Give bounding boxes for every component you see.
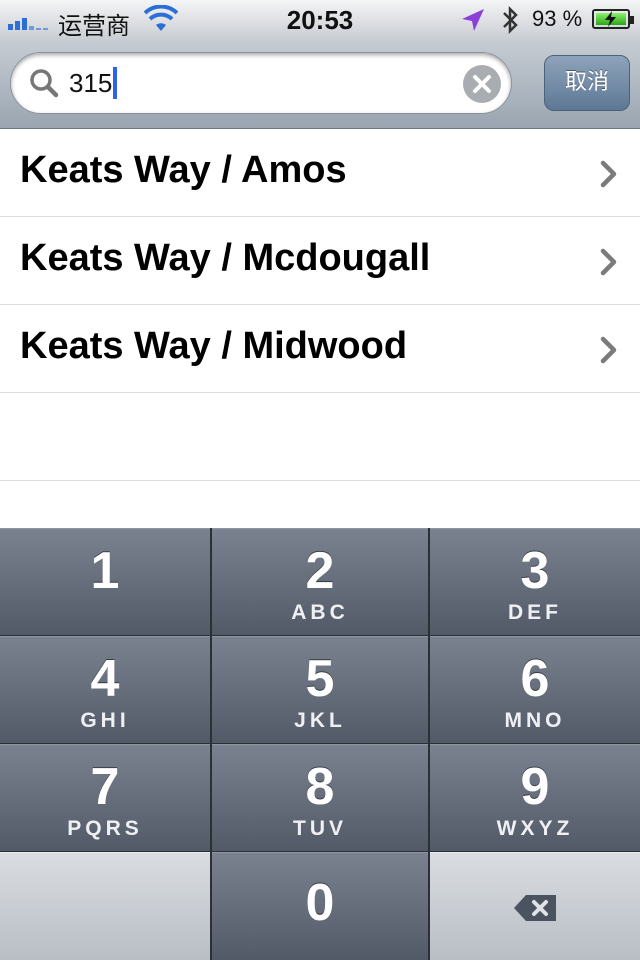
battery-percent: 93 %	[532, 6, 583, 31]
backspace-icon	[514, 895, 556, 921]
key-letters: JKL	[294, 709, 346, 732]
key-digit: 0	[305, 874, 335, 932]
chevron-right-icon	[600, 336, 617, 364]
key-letters: WXYZ	[496, 817, 574, 840]
key-3[interactable]: 3 DEF	[430, 528, 640, 635]
key-digit: 8	[305, 758, 335, 816]
key-digit: 9	[520, 758, 550, 816]
key-digit: 4	[90, 650, 120, 708]
clear-x-icon[interactable]	[463, 65, 501, 103]
empty-row	[0, 393, 640, 481]
key-digit: 7	[90, 758, 120, 816]
results-list: Keats Way / Amos Keats Way / Mcdougall K…	[0, 129, 640, 481]
key-1[interactable]: 1	[0, 528, 210, 635]
key-letters: DEF	[508, 601, 562, 624]
magnifier-icon	[30, 69, 59, 98]
key-8[interactable]: 8 TUV	[212, 744, 428, 851]
chevron-right-icon	[600, 160, 617, 188]
key-digit: 6	[520, 650, 550, 708]
key-2[interactable]: 2 ABC	[212, 528, 428, 635]
list-item[interactable]: Keats Way / Amos	[0, 129, 640, 217]
location-arrow-icon	[462, 9, 484, 31]
key-9[interactable]: 9 WXYZ	[430, 744, 640, 851]
search-input[interactable]: 315	[10, 52, 512, 114]
list-item-label: Keats Way / Mcdougall	[20, 237, 431, 279]
list-item-label: Keats Way / Amos	[20, 149, 347, 191]
key-letters: MNO	[504, 709, 566, 732]
key-0[interactable]: 0	[212, 852, 428, 960]
list-item[interactable]: Keats Way / Midwood	[0, 305, 640, 393]
key-digit: 1	[90, 542, 120, 600]
key-5[interactable]: 5 JKL	[212, 636, 428, 743]
battery-charging-icon	[592, 9, 634, 29]
delete-key[interactable]	[430, 852, 640, 960]
key-letters: GHI	[80, 709, 130, 732]
number-keypad: 1 2 ABC 3 DEF 4 GHI 5 JKL 6 MNO 7 PQRS 8…	[0, 528, 640, 960]
key-digit: 3	[520, 542, 550, 600]
key-digit: 5	[305, 650, 335, 708]
search-value: 315	[69, 67, 118, 100]
search-bar: 315 取消	[0, 40, 640, 129]
list-item-label: Keats Way / Midwood	[20, 325, 408, 367]
key-letters: PQRS	[67, 817, 143, 840]
text-caret	[113, 67, 118, 100]
key-letters: ABC	[291, 601, 349, 624]
key-6[interactable]: 6 MNO	[430, 636, 640, 743]
status-bar: 运营商 20:53 93 %	[0, 0, 640, 41]
key-7[interactable]: 7 PQRS	[0, 744, 210, 851]
key-digit: 2	[305, 542, 335, 600]
bluetooth-icon	[503, 5, 518, 35]
cancel-button[interactable]: 取消	[544, 55, 630, 111]
key-4[interactable]: 4 GHI	[0, 636, 210, 743]
key-letters: TUV	[293, 817, 347, 840]
blank-key	[0, 852, 210, 960]
chevron-right-icon	[600, 248, 617, 276]
list-item[interactable]: Keats Way / Mcdougall	[0, 217, 640, 305]
